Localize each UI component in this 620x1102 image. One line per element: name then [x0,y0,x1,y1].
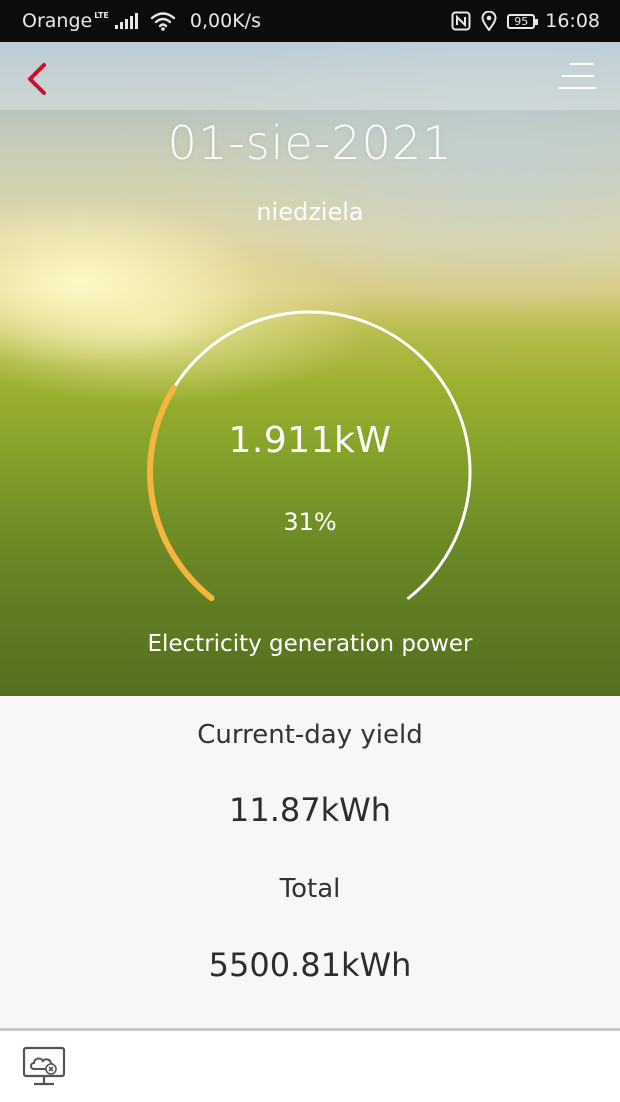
day-yield-label: Current-day yield [197,720,423,750]
network-speed: 0,00K/s [189,10,261,32]
status-bar: Orange LTE 0,00K/s 95 16:08 [0,0,620,42]
network-type: LTE [94,10,109,20]
power-percent: 31% [283,508,337,536]
clock: 16:08 [545,10,600,32]
cloud-monitor-icon [22,1046,66,1086]
total-label: Total [279,874,341,904]
day-yield-value: 11.87kWh [228,791,392,829]
battery-level: 95 [514,14,529,28]
location-icon [481,11,497,31]
battery-icon: 95 [507,13,539,29]
power-label: Electricity generation power [147,631,473,657]
yield-panel: Current-day yield 11.87kWh Total 5500.81… [0,696,620,1030]
nfc-icon [451,11,471,31]
carrier-name: Orange [22,10,93,32]
power-gauge [147,310,472,602]
bottom-bar [0,1031,620,1102]
device-button[interactable] [22,1046,66,1088]
total-value: 5500.81kWh [208,946,412,984]
hero-section: 01-sie-2021 niedziela 1.911kW 31% Electr… [0,42,620,696]
wifi-icon [150,12,176,31]
signal-icon [114,13,138,29]
power-value: 1.911kW [228,420,392,461]
